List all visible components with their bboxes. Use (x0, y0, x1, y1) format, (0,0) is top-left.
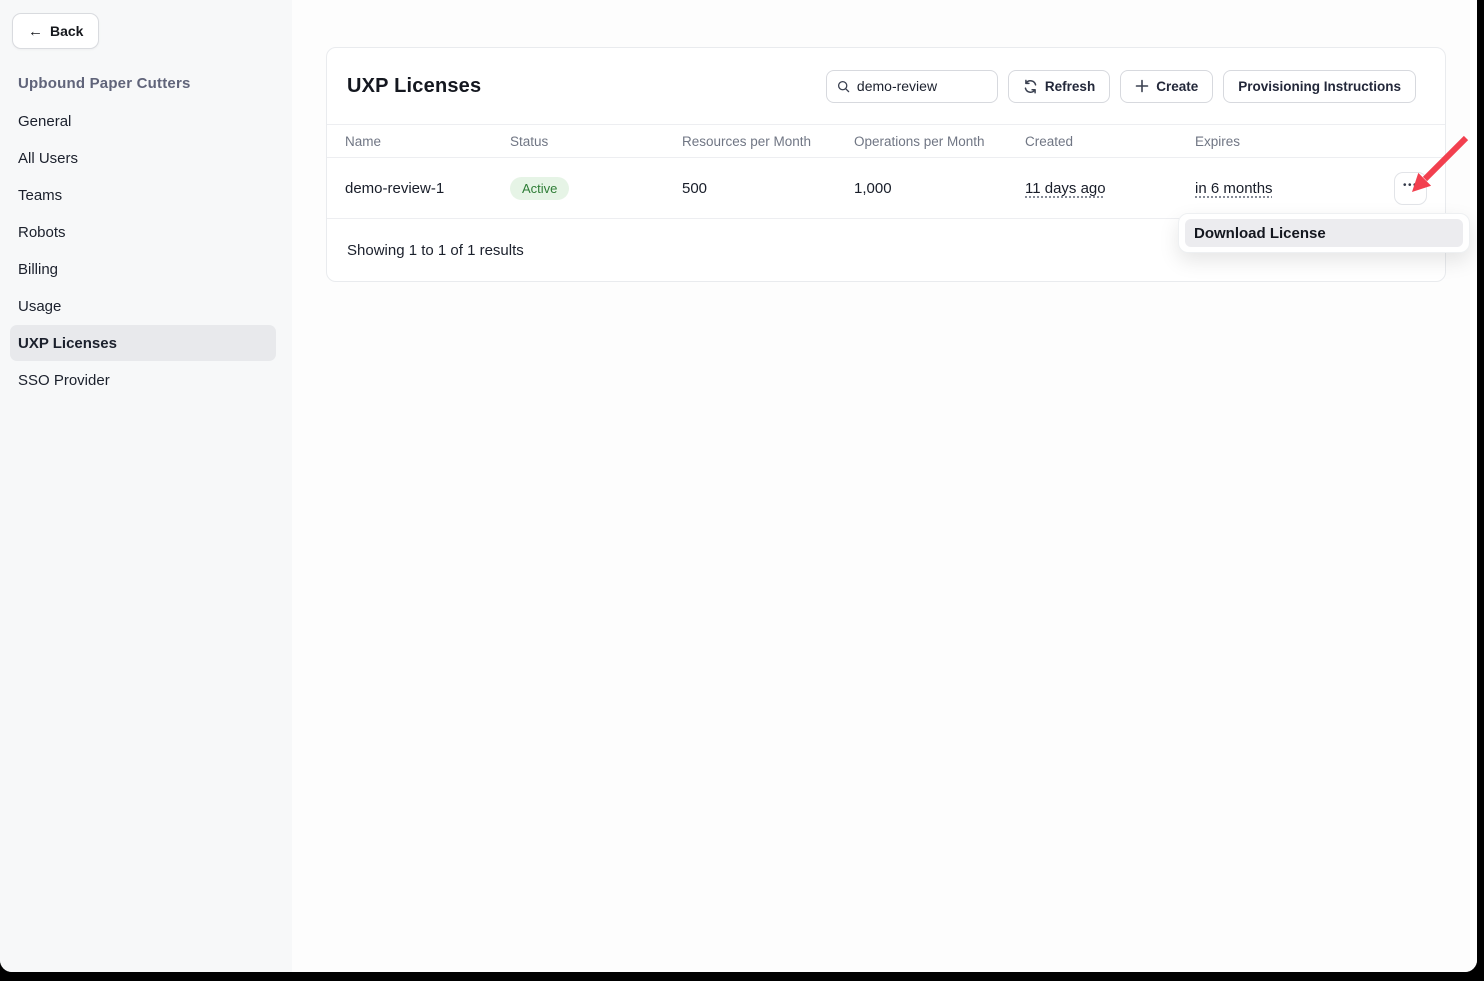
back-button[interactable]: ← Back (12, 13, 99, 49)
org-title: Upbound Paper Cutters (18, 75, 191, 92)
column-header-name: Name (345, 134, 510, 149)
resources-per-month-value: 500 (682, 180, 854, 197)
status-badge: Active (510, 177, 569, 200)
column-header-operations: Operations per Month (854, 134, 1025, 149)
toolbar: Refresh Create Provisioning Instructions (826, 70, 1416, 103)
refresh-icon (1023, 79, 1038, 94)
plus-icon (1135, 79, 1149, 93)
search-input[interactable] (857, 78, 987, 94)
status-cell: Active (510, 177, 682, 200)
search-box[interactable] (826, 70, 998, 103)
search-icon (837, 79, 850, 94)
license-name: demo-review-1 (345, 180, 510, 197)
expires-cell: in 6 months (1195, 180, 1361, 197)
table-header: Name Status Resources per Month Operatio… (327, 124, 1445, 158)
card-header: UXP Licenses (327, 48, 1445, 124)
column-header-created: Created (1025, 134, 1195, 149)
created-cell: 11 days ago (1025, 180, 1195, 197)
sidebar-item-robots[interactable]: Robots (10, 214, 276, 250)
create-button[interactable]: Create (1120, 70, 1213, 103)
provisioning-instructions-button[interactable]: Provisioning Instructions (1223, 70, 1416, 103)
create-button-label: Create (1156, 79, 1198, 94)
app-window: ← Back Upbound Paper Cutters General All… (0, 0, 1477, 972)
row-actions-menu-button[interactable]: ••• (1394, 172, 1427, 205)
created-value[interactable]: 11 days ago (1025, 180, 1106, 197)
row-actions-cell: ••• (1361, 172, 1427, 205)
sidebar-item-teams[interactable]: Teams (10, 177, 276, 213)
menu-item-download-license[interactable]: Download License (1185, 219, 1463, 247)
main-content: UXP Licenses (292, 0, 1477, 972)
sidebar-item-billing[interactable]: Billing (10, 251, 276, 287)
table-row: demo-review-1 Active 500 1,000 11 days a… (327, 158, 1445, 219)
row-actions-menu: Download License (1178, 213, 1470, 253)
page-title: UXP Licenses (347, 75, 481, 98)
sidebar-item-general[interactable]: General (10, 103, 276, 139)
refresh-button-label: Refresh (1045, 79, 1095, 94)
column-header-status: Status (510, 134, 682, 149)
refresh-button[interactable]: Refresh (1008, 70, 1110, 103)
column-header-resources: Resources per Month (682, 134, 854, 149)
column-header-expires: Expires (1195, 134, 1361, 149)
left-arrow-icon: ← (28, 24, 43, 39)
sidebar-item-uxp-licenses[interactable]: UXP Licenses (10, 325, 276, 361)
back-button-label: Back (50, 23, 83, 39)
provisioning-instructions-label: Provisioning Instructions (1238, 79, 1401, 94)
sidebar-nav: General All Users Teams Robots Billing U… (0, 103, 292, 399)
expires-value[interactable]: in 6 months (1195, 180, 1273, 197)
ellipsis-icon: ••• (1403, 181, 1418, 191)
sidebar-item-sso-provider[interactable]: SSO Provider (10, 362, 276, 398)
sidebar: ← Back Upbound Paper Cutters General All… (0, 0, 292, 972)
sidebar-item-all-users[interactable]: All Users (10, 140, 276, 176)
operations-per-month-value: 1,000 (854, 180, 1025, 197)
sidebar-item-usage[interactable]: Usage (10, 288, 276, 324)
